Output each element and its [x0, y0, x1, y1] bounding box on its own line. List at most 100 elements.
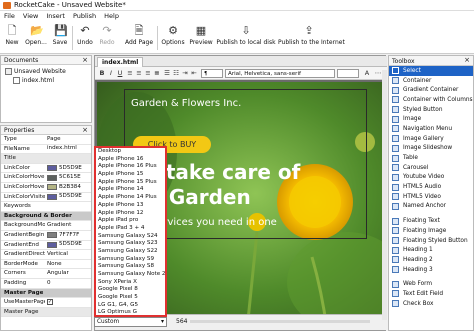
device-option[interactable]: Apple iPhone 14 [96, 186, 165, 194]
toolbox-item[interactable]: Table [389, 153, 473, 163]
device-select[interactable]: Custom ▾ [94, 317, 167, 327]
property-row[interactable]: LinkColor 5D5D9E [1, 164, 91, 174]
bullet-list-icon[interactable]: ☰ [163, 69, 171, 78]
indent-icon[interactable]: ⇥ [181, 69, 189, 78]
hero-headline-line-1[interactable]: l take care of [152, 160, 300, 184]
device-dropdown-list[interactable]: Desktop Apple iPhone 16 Apple iPhone 16 Pl… [94, 146, 167, 325]
toolbox-item[interactable]: Floating Image [389, 226, 473, 236]
use-master-checkbox[interactable]: ✓ [47, 299, 53, 306]
device-option[interactable]: Apple iPad 3 + 4 [96, 225, 165, 233]
property-row[interactable]: Corners Angular [1, 269, 91, 279]
undo-button[interactable]: ↶ Undo [75, 22, 95, 52]
toolbox-item[interactable]: Youtube Video [389, 173, 473, 183]
preview-button[interactable]: ▦ Preview [188, 22, 214, 52]
device-option[interactable]: Sony XPeria X [96, 279, 165, 287]
open-button[interactable]: 📂 Open... [24, 22, 48, 52]
property-row[interactable]: GradientBegin 7F7F7F [1, 231, 91, 241]
toolbox-item[interactable]: Select [389, 66, 473, 76]
device-option[interactable]: Samsung Galaxy S23 [96, 240, 165, 248]
device-option[interactable]: Google Pixel 8 [96, 286, 165, 294]
menu-insert[interactable]: Insert [42, 11, 69, 21]
property-row[interactable]: GradientDirectionVertical [1, 250, 91, 260]
device-option[interactable]: LG G1, G4, G5 [96, 302, 165, 310]
hero-subtitle-line-1[interactable]: services you need in one [152, 217, 277, 228]
property-row[interactable]: Title [1, 154, 91, 164]
save-button[interactable]: 💾 Save [50, 22, 70, 52]
text-color-icon[interactable]: A [363, 69, 371, 78]
device-option[interactable]: Apple iPhone 13 [96, 202, 165, 210]
toolbox-item[interactable]: Floating Styled Button [389, 236, 473, 246]
toolbox-item[interactable]: Heading 2 [389, 255, 473, 265]
device-option[interactable]: Apple iPhone 12 [96, 210, 165, 218]
toolbox-item[interactable]: Gradient Container [389, 85, 473, 95]
toolbox-item[interactable]: Container with Columns [389, 95, 473, 105]
toolbox-item[interactable]: Heading 3 [389, 265, 473, 275]
redo-button[interactable]: ↷ Redo [97, 22, 117, 52]
font-size-select[interactable] [337, 69, 359, 78]
property-row[interactable]: LinkColorHover 5C615E [1, 173, 91, 183]
device-option[interactable]: Samsung Galaxy S22 [96, 248, 165, 256]
property-row[interactable]: LinkColorVisited 5D5D9E [1, 193, 91, 203]
close-icon[interactable]: × [464, 56, 470, 64]
menu-view[interactable]: View [19, 11, 42, 21]
toolbox-item[interactable]: Web Form [389, 279, 473, 289]
tree-website[interactable]: Unsaved Website [5, 67, 87, 76]
toolbox-item[interactable]: Text Edit Field [389, 289, 473, 299]
publish-internet-button[interactable]: ⇪ Publish to the Internet [278, 22, 345, 52]
device-option[interactable]: Apple iPhone 14 Plus [96, 194, 165, 202]
font-family-select[interactable]: Arial, Helvetica, sans-serif [225, 69, 335, 78]
property-row[interactable]: GradientEnd 5D5D9E [1, 241, 91, 251]
toolbox-item[interactable]: Image [389, 114, 473, 124]
device-option[interactable]: LG Optimus G [96, 309, 165, 317]
toolbox-item[interactable]: Container [389, 76, 473, 86]
property-row[interactable]: Padding 0 [1, 279, 91, 289]
device-option[interactable]: Samsung Galaxy S8 [96, 263, 165, 271]
device-option[interactable]: Apple iPhone 16 Plus [96, 163, 165, 171]
toolbox-item[interactable]: Check Box [389, 299, 473, 309]
toolbox-item[interactable]: Image Gallery [389, 134, 473, 144]
close-icon[interactable]: × [82, 126, 88, 134]
property-section-header[interactable]: Master Page [1, 288, 91, 299]
device-option[interactable]: Desktop [96, 148, 165, 156]
device-option[interactable]: Apple iPhone 15 [96, 171, 165, 179]
device-option[interactable]: Samsung Galaxy S24 [96, 233, 165, 241]
device-option[interactable]: Google Pixel 5 [96, 294, 165, 302]
device-option[interactable]: Apple iPad pro [96, 217, 165, 225]
property-row[interactable]: BackgroundModeGradient [1, 221, 91, 231]
options-button[interactable]: ⚙ Options [160, 22, 186, 52]
property-row[interactable]: Keywords [1, 202, 91, 212]
toolbox-item[interactable]: Styled Button [389, 105, 473, 115]
italic-button[interactable]: I [107, 69, 115, 78]
toolbox-item[interactable]: Floating Text [389, 216, 473, 226]
device-option[interactable]: Apple iPhone 15 Plus [96, 179, 165, 187]
site-title[interactable]: Garden & Flowers Inc. [131, 98, 241, 109]
numbered-list-icon[interactable]: ☷ [172, 69, 180, 78]
add-page-button[interactable]: 🗎 Add Page [124, 22, 154, 52]
device-option[interactable]: Samsung Galaxy S9 [96, 256, 165, 264]
property-row[interactable]: FileName index.html [1, 145, 91, 155]
menu-file[interactable]: File [0, 11, 19, 21]
vertical-scrollbar[interactable] [382, 70, 387, 320]
horizontal-scrollbar[interactable] [190, 320, 370, 323]
toolbox-item[interactable]: Image Slideshow [389, 144, 473, 154]
toolbox-item[interactable]: Carousel [389, 163, 473, 173]
justify-icon[interactable]: ≣ [153, 69, 161, 78]
toolbox-item[interactable]: HTML5 Video [389, 192, 473, 202]
toolbox-item[interactable]: HTML5 Audio [389, 182, 473, 192]
align-left-icon[interactable]: ≡ [126, 69, 134, 78]
property-row[interactable]: LinkColorHover B2B384 [1, 183, 91, 193]
toolbox-item[interactable]: Navigation Menu [389, 124, 473, 134]
toolbox-item[interactable]: Named Anchor [389, 202, 473, 212]
toolbox-item[interactable]: Heading 1 [389, 245, 473, 255]
new-button[interactable]: 🗋 New [2, 22, 22, 52]
publish-local-button[interactable]: ⇩ Publish to local disk [216, 22, 276, 52]
outdent-icon[interactable]: ⇤ [190, 69, 198, 78]
property-section-header[interactable]: Background & Border [1, 211, 91, 222]
property-row[interactable]: BorderMode None [1, 260, 91, 270]
property-row[interactable]: UseMasterPage ✓ [1, 298, 91, 308]
close-icon[interactable]: × [82, 56, 88, 64]
tree-page[interactable]: index.html [5, 76, 87, 85]
style-select[interactable]: ¶ [201, 69, 223, 78]
align-right-icon[interactable]: ≡ [144, 69, 152, 78]
underline-button[interactable]: U [116, 69, 124, 78]
